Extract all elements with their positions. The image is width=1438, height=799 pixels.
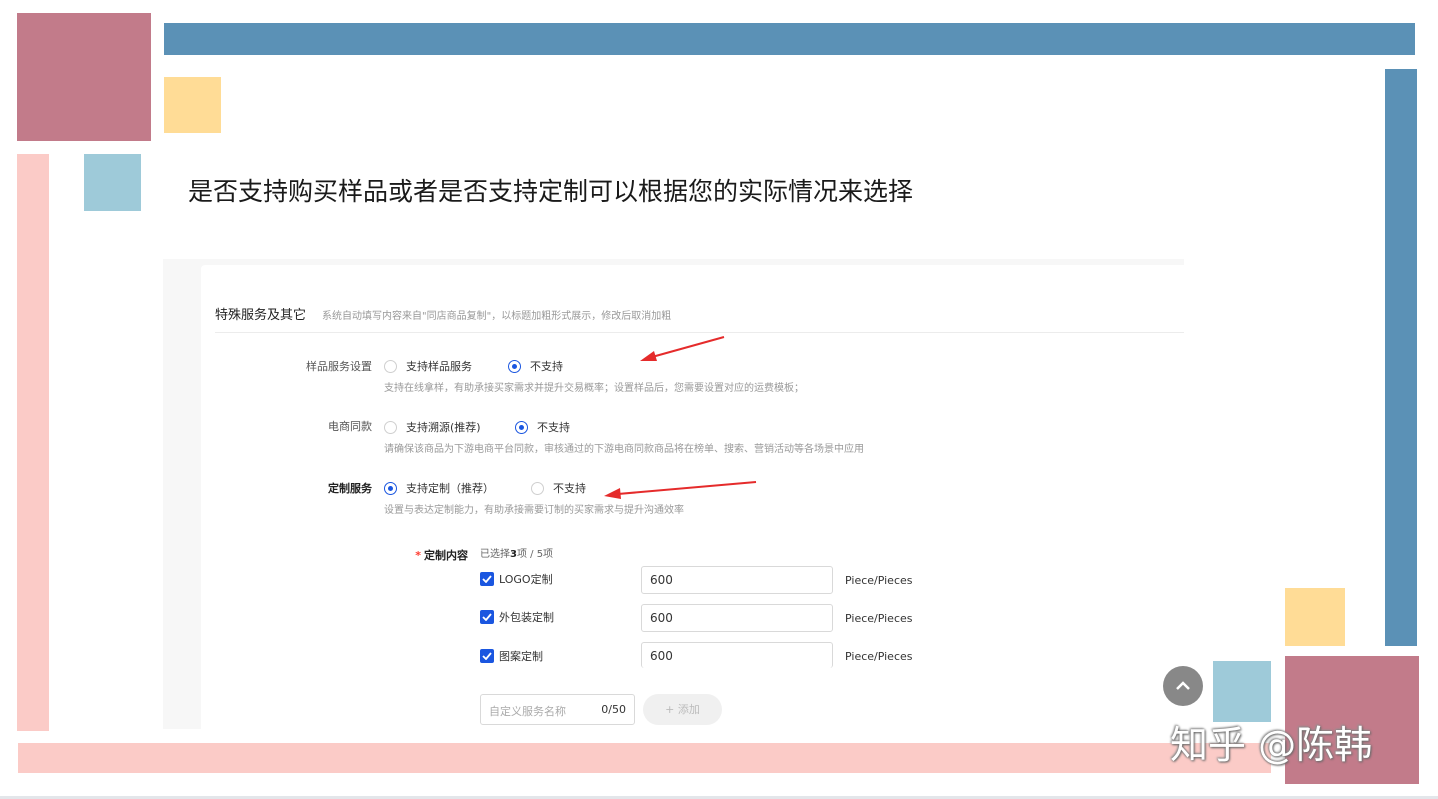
arrow-sample <box>640 336 725 361</box>
zhihu-watermark: 知乎 @陈韩 <box>1170 723 1373 767</box>
annotation-arrows <box>604 336 757 499</box>
arrow-custom <box>604 481 757 499</box>
chevron-up-icon <box>1176 681 1190 690</box>
scroll-to-top-button[interactable] <box>1163 666 1203 706</box>
